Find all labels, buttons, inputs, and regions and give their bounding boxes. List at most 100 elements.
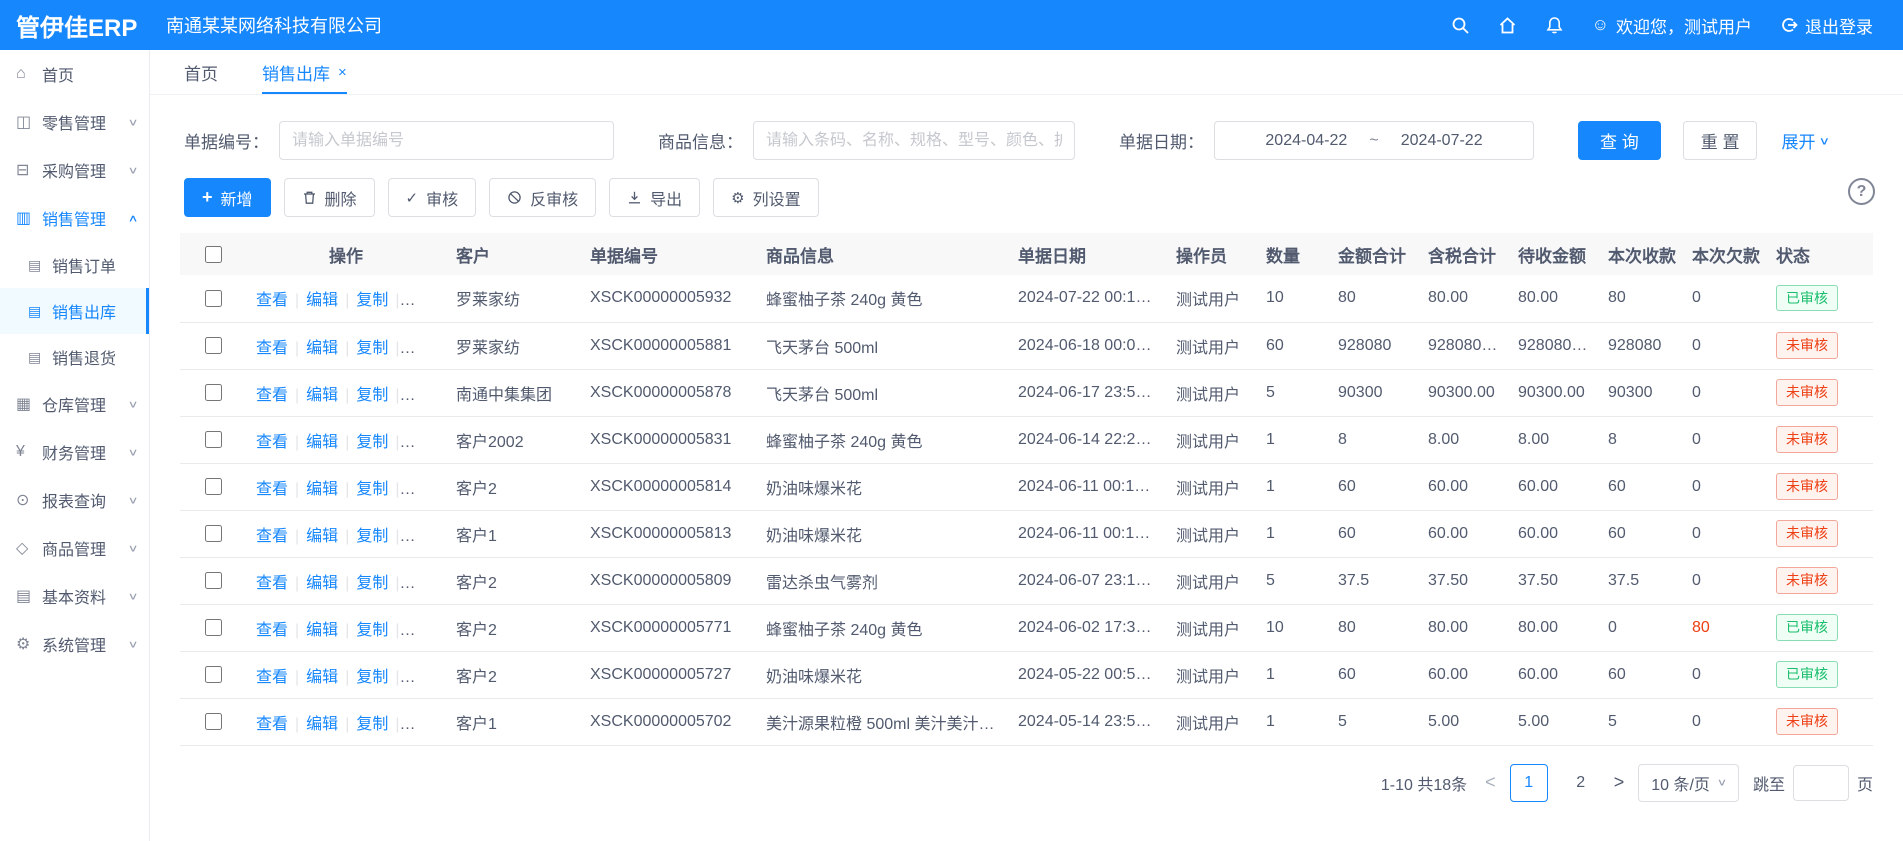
welcome-user[interactable]: ☺ 欢迎您，测试用户 bbox=[1592, 13, 1752, 38]
row-checkbox[interactable] bbox=[205, 384, 222, 401]
copy-link[interactable]: 复制 bbox=[356, 669, 388, 686]
row-checkbox[interactable] bbox=[205, 619, 222, 636]
col-header-customer: 客户 bbox=[446, 233, 580, 275]
edit-link[interactable]: 编辑 bbox=[306, 669, 338, 686]
row-checkbox[interactable] bbox=[205, 431, 222, 448]
page-button-1[interactable]: 1 bbox=[1510, 764, 1548, 802]
next-page-button[interactable]: > bbox=[1614, 772, 1625, 793]
status-badge: 未审核 bbox=[1776, 332, 1838, 358]
row-checkbox[interactable] bbox=[205, 713, 222, 730]
copy-link[interactable]: 复制 bbox=[356, 575, 388, 592]
page-button-2[interactable]: 2 bbox=[1562, 764, 1600, 802]
sidebar-item-products[interactable]: ◇ 商品管理 ∨ bbox=[0, 524, 149, 572]
col-header-receivable: 待收金额 bbox=[1508, 233, 1598, 275]
edit-link[interactable]: 编辑 bbox=[306, 387, 338, 404]
tab-sales-outbound[interactable]: 销售出库 × bbox=[262, 50, 347, 94]
prev-page-button[interactable]: < bbox=[1485, 772, 1496, 793]
view-link[interactable]: 查看 bbox=[256, 340, 288, 357]
edit-link[interactable]: 编辑 bbox=[306, 575, 338, 592]
edit-link[interactable]: 编辑 bbox=[306, 292, 338, 309]
sidebar-item-sales-returns[interactable]: ▤ 销售退货 bbox=[0, 334, 149, 380]
copy-link[interactable]: 复制 bbox=[356, 292, 388, 309]
copy-link[interactable]: 复制 bbox=[356, 528, 388, 545]
view-link[interactable]: 查看 bbox=[256, 716, 288, 733]
view-link[interactable]: 查看 bbox=[256, 622, 288, 639]
add-button[interactable]: + 新增 bbox=[184, 178, 271, 217]
cell-date: 2024-05-14 23:56:13 bbox=[1008, 698, 1166, 745]
row-checkbox[interactable] bbox=[205, 478, 222, 495]
sidebar-item-warehouse[interactable]: ▦ 仓库管理 ∨ bbox=[0, 380, 149, 428]
sidebar-item-finance[interactable]: ¥ 财务管理 ∨ bbox=[0, 428, 149, 476]
copy-link[interactable]: 复制 bbox=[356, 622, 388, 639]
edit-link[interactable]: 编辑 bbox=[306, 716, 338, 733]
copy-link[interactable]: 复制 bbox=[356, 387, 388, 404]
notification-bell-icon[interactable] bbox=[1545, 16, 1564, 35]
unaudit-button[interactable]: 反审核 bbox=[489, 178, 596, 217]
expand-toggle[interactable]: 展开 ∨ bbox=[1781, 128, 1829, 153]
sidebar-item-reports[interactable]: ⊙ 报表查询 ∨ bbox=[0, 476, 149, 524]
sidebar-item-sales-outbound[interactable]: ▤ 销售出库 bbox=[0, 288, 149, 334]
copy-link[interactable]: 复制 bbox=[356, 716, 388, 733]
select-all-checkbox[interactable] bbox=[205, 246, 222, 263]
pagination-total: 1-10 共18条 bbox=[1381, 771, 1467, 795]
edit-link[interactable]: 编辑 bbox=[306, 622, 338, 639]
cell-product: 奶油味爆米花 bbox=[756, 651, 1008, 698]
jump-page-input[interactable] bbox=[1793, 765, 1849, 801]
document-icon: ▤ bbox=[28, 303, 52, 320]
cell-receivable: 5.00 bbox=[1508, 698, 1598, 745]
close-icon[interactable]: × bbox=[338, 64, 347, 81]
table-row: 查看|编辑|复制|删除 客户2 XSCK00000005809 雷达杀虫气雾剂 … bbox=[180, 557, 1873, 604]
home-icon[interactable] bbox=[1498, 16, 1517, 35]
cell-order-no: XSCK00000005881 bbox=[580, 322, 756, 369]
row-checkbox[interactable] bbox=[205, 525, 222, 542]
sidebar-item-purchase[interactable]: ⊟ 采购管理 ∨ bbox=[0, 146, 149, 194]
sidebar-item-sales-orders[interactable]: ▤ 销售订单 bbox=[0, 242, 149, 288]
copy-link[interactable]: 复制 bbox=[356, 434, 388, 451]
view-link[interactable]: 查看 bbox=[256, 292, 288, 309]
view-link[interactable]: 查看 bbox=[256, 387, 288, 404]
view-link[interactable]: 查看 bbox=[256, 528, 288, 545]
view-link[interactable]: 查看 bbox=[256, 669, 288, 686]
cell-tax-total: 8.00 bbox=[1418, 416, 1508, 463]
user-smiley-icon: ☺ bbox=[1592, 15, 1609, 35]
cell-customer: 罗莱家纺 bbox=[446, 322, 580, 369]
column-settings-button[interactable]: ⚙ 列设置 bbox=[713, 178, 818, 217]
cell-order-no: XSCK00000005771 bbox=[580, 604, 756, 651]
date-to-input[interactable] bbox=[1379, 132, 1505, 150]
app-logo[interactable]: 管伊佳ERP bbox=[0, 8, 150, 43]
cell-status: 已审核 bbox=[1766, 275, 1873, 322]
col-header-status: 状态 bbox=[1766, 233, 1873, 275]
view-link[interactable]: 查看 bbox=[256, 575, 288, 592]
row-checkbox[interactable] bbox=[205, 337, 222, 354]
page-size-select[interactable]: 10 条/页 ∨ bbox=[1638, 764, 1739, 802]
row-checkbox[interactable] bbox=[205, 572, 222, 589]
search-button[interactable]: 查 询 bbox=[1578, 121, 1661, 160]
row-checkbox[interactable] bbox=[205, 290, 222, 307]
search-icon[interactable] bbox=[1451, 16, 1470, 35]
export-button[interactable]: 导出 bbox=[609, 178, 700, 217]
edit-link[interactable]: 编辑 bbox=[306, 434, 338, 451]
help-icon[interactable]: ? bbox=[1848, 178, 1875, 205]
reset-button[interactable]: 重 置 bbox=[1683, 121, 1758, 160]
sidebar-item-sales[interactable]: ▥ 销售管理 ∧ bbox=[0, 194, 149, 242]
copy-link[interactable]: 复制 bbox=[356, 481, 388, 498]
edit-link[interactable]: 编辑 bbox=[306, 481, 338, 498]
view-link[interactable]: 查看 bbox=[256, 434, 288, 451]
tab-home[interactable]: 首页 bbox=[184, 50, 218, 94]
delete-button[interactable]: 删除 bbox=[284, 178, 375, 217]
logout-button[interactable]: 退出登录 bbox=[1780, 13, 1873, 38]
sidebar-item-home[interactable]: ⌂ 首页 bbox=[0, 50, 149, 98]
sidebar-item-retail[interactable]: ◫ 零售管理 ∨ bbox=[0, 98, 149, 146]
sales-icon: ▥ bbox=[16, 208, 42, 228]
row-checkbox[interactable] bbox=[205, 666, 222, 683]
audit-button[interactable]: ✓ 审核 bbox=[388, 178, 477, 217]
edit-link[interactable]: 编辑 bbox=[306, 340, 338, 357]
edit-link[interactable]: 编辑 bbox=[306, 528, 338, 545]
view-link[interactable]: 查看 bbox=[256, 481, 288, 498]
order-no-input[interactable] bbox=[279, 121, 614, 160]
copy-link[interactable]: 复制 bbox=[356, 340, 388, 357]
sidebar-item-basic-data[interactable]: ▤ 基本资料 ∨ bbox=[0, 572, 149, 620]
product-info-input[interactable] bbox=[753, 121, 1075, 160]
sidebar-item-system[interactable]: ⚙ 系统管理 ∨ bbox=[0, 620, 149, 668]
date-from-input[interactable] bbox=[1243, 132, 1369, 150]
